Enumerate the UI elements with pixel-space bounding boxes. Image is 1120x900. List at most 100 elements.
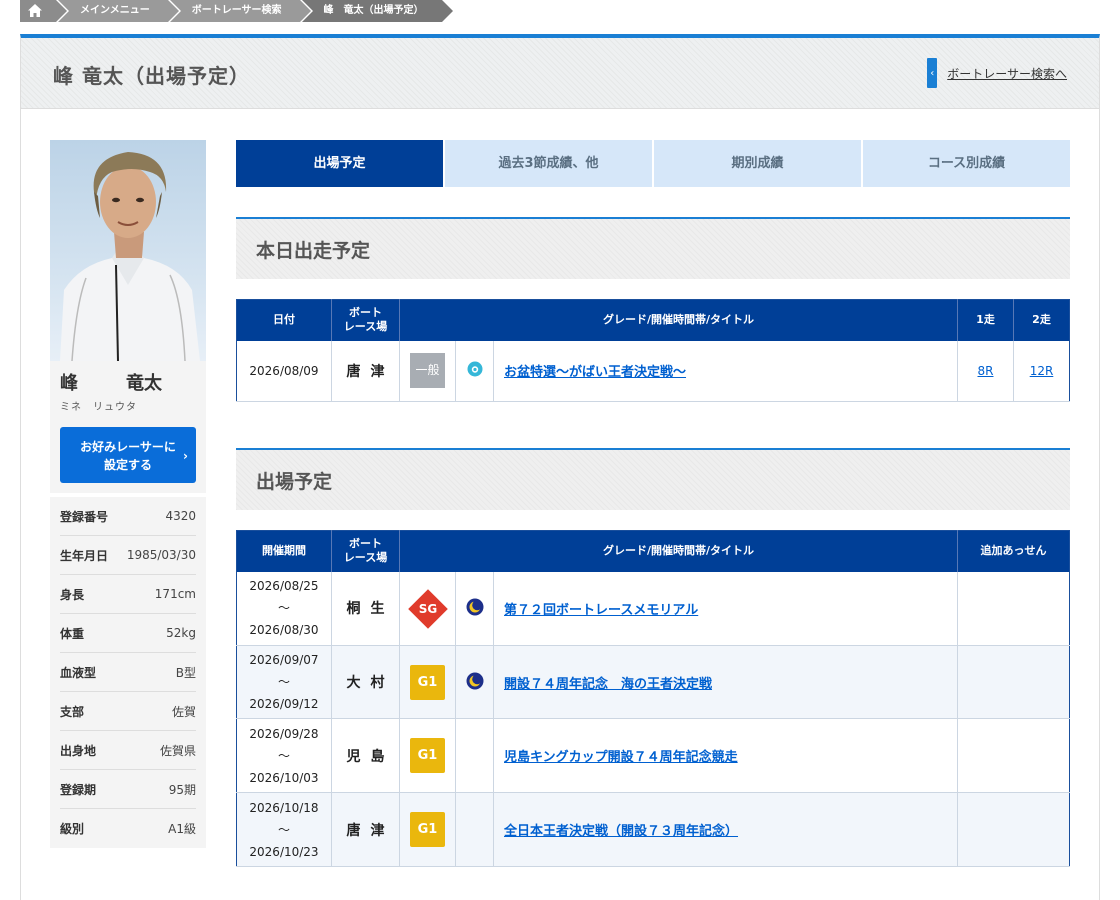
breadcrumb: メインメニュー ボートレーサー検索 峰 竜太（出場予定） [20, 0, 455, 22]
racer-photo [50, 140, 206, 361]
upcoming-section-heading: 出場予定 [236, 448, 1070, 510]
tab-recent-results[interactable]: 過去3節成績、他 [445, 140, 652, 187]
table-row: 2026/08/09 唐津 一般 お盆特選〜がばい王者決定戦〜 8R 12R [236, 340, 1070, 402]
spec-value: 佐賀 [171, 704, 196, 719]
race-title-link[interactable]: 児島キングカップ開設７４周年記念競走 [504, 750, 738, 765]
race-time-cell [455, 571, 494, 646]
race-period: 2026/09/28 〜 2026/10/03 [236, 718, 332, 793]
race-title-cell: 全日本王者決定戦（開設７３周年記念） [493, 792, 958, 867]
table-row: 2026/09/28 〜 2026/10/03 児島 G1 児島キングカップ開設７４… [236, 718, 1070, 793]
spec-row: 生年月日 1985/03/30 [60, 536, 196, 575]
header-title: グレード/開催時間帯/タイトル [399, 530, 958, 572]
racer-name: 峰 竜太 [60, 369, 196, 395]
spec-value: 171cm [154, 587, 196, 601]
spec-value: 1985/03/30 [126, 548, 196, 562]
grade-badge-g1: G1 [410, 738, 445, 773]
spec-label: 身長 [60, 587, 85, 602]
tab-schedule[interactable]: 出場予定 [236, 140, 443, 187]
night-icon [466, 672, 483, 689]
racer-spec-list: 登録番号 4320 生年月日 1985/03/30 身長 171cm 体重 52kg 血… [50, 497, 206, 848]
header-date: 日付 [236, 299, 332, 341]
race1-link[interactable]: 8R [978, 364, 994, 378]
tab-period-results[interactable]: 期別成績 [654, 140, 861, 187]
period-end: 2026/10/23 [249, 844, 319, 859]
racer-given-name: 竜太 [126, 373, 162, 394]
race-title-link[interactable]: お盆特選〜がばい王者決定戦〜 [504, 365, 686, 380]
spec-value: B型 [175, 665, 196, 680]
breadcrumb-current: 峰 竜太（出場予定） [301, 0, 455, 22]
period-end: 2026/09/12 [249, 697, 319, 711]
race-grade-cell: G1 [399, 645, 456, 719]
period-sep: 〜 [277, 675, 290, 689]
page-title: 峰 竜太（出場予定） [53, 64, 250, 88]
race-grade-cell: 一般 [399, 340, 456, 402]
spec-value: 4320 [165, 509, 196, 523]
period-start: 2026/09/07 [249, 653, 319, 667]
upcoming-race-table: 開催期間 ボート レース場 グレード/開催時間帯/タイトル 追加あっせん 2026… [236, 530, 1070, 867]
home-icon [28, 4, 42, 17]
favorite-racer-button[interactable]: お好みレーサーに 設定する › [60, 427, 196, 483]
spec-row: 出身地 佐賀県 [60, 731, 196, 770]
spec-value: A1級 [168, 822, 196, 836]
spec-label: 支部 [60, 704, 85, 719]
race-title-cell: お盆特選〜がばい王者決定戦〜 [493, 340, 958, 402]
table-header-row: 日付 ボート レース場 グレード/開催時間帯/タイトル 1走 2走 [236, 299, 1070, 341]
period-end: 2026/10/03 [249, 770, 319, 785]
race-period: 2026/08/25 〜 2026/08/30 [236, 571, 332, 646]
race2-link[interactable]: 12R [1030, 364, 1054, 378]
race-time-cell [455, 792, 494, 867]
race-venue: 大村 [331, 645, 400, 719]
period-start: 2026/09/28 [249, 726, 319, 741]
back-link-label[interactable]: ボートレーサー検索へ [947, 65, 1067, 82]
race-period: 2026/10/18 〜 2026/10/23 [236, 792, 332, 867]
header-title: グレード/開催時間帯/タイトル [399, 299, 958, 341]
race-venue: 唐津 [331, 792, 400, 867]
racer-name-box: 峰 竜太 ミネ リュウタ お好みレーサーに 設定する › [50, 361, 206, 493]
spec-row: 体重 52kg [60, 614, 196, 653]
page-header: 峰 竜太（出場予定） ‹ ボートレーサー検索へ [21, 38, 1099, 109]
grade-sg-label: SG [418, 601, 437, 616]
spec-label: 登録期 [60, 782, 97, 797]
racer-surname: 峰 [60, 373, 78, 394]
header-venue-line2: レース場 [343, 320, 388, 334]
breadcrumb-main-menu[interactable]: メインメニュー [58, 0, 181, 22]
header-venue-line1: ボート [349, 306, 382, 320]
header-venue: ボート レース場 [331, 299, 400, 341]
spec-row: 登録期 95期 [60, 770, 196, 809]
spec-label: 血液型 [60, 665, 97, 680]
header-race1: 1走 [957, 299, 1014, 341]
header-period: 開催期間 [236, 530, 332, 572]
spec-row: 身長 171cm [60, 575, 196, 614]
today-race-table: 日付 ボート レース場 グレード/開催時間帯/タイトル 1走 2走 2026/08… [236, 299, 1070, 402]
race-title-cell: 第７２回ボートレースメモリアル [493, 571, 958, 646]
racer-profile: 峰 竜太 ミネ リュウタ お好みレーサーに 設定する › 登録番号 4320 生年月… [50, 140, 206, 848]
spec-label: 出身地 [60, 743, 97, 758]
period-sep: 〜 [277, 601, 290, 616]
header-venue: ボート レース場 [331, 530, 400, 572]
race-time-cell [455, 645, 494, 719]
back-to-search-link[interactable]: ‹ ボートレーサー検索へ [927, 58, 1067, 88]
chevron-left-icon: ‹ [927, 58, 938, 88]
race-period: 2026/09/07 〜 2026/09/12 [236, 645, 332, 719]
grade-badge-sg: SG [407, 588, 448, 629]
race-title-link[interactable]: 第７２回ボートレースメモリアル [504, 603, 698, 618]
today-section-heading: 本日出走予定 [236, 217, 1070, 279]
spec-value: 52kg [166, 626, 196, 640]
extra-cell [957, 792, 1070, 867]
spec-row: 登録番号 4320 [60, 497, 196, 536]
today-heading-text: 本日出走予定 [256, 240, 371, 262]
race-grade-cell: G1 [399, 718, 456, 793]
table-header-row: 開催期間 ボート レース場 グレード/開催時間帯/タイトル 追加あっせん [236, 530, 1070, 572]
grade-badge-g1: G1 [410, 812, 445, 847]
breadcrumb-racer-search[interactable]: ボートレーサー検索 [169, 0, 313, 22]
morning-icon [467, 361, 482, 377]
race1-cell: 8R [957, 340, 1014, 402]
race2-cell: 12R [1013, 340, 1070, 402]
race-title-link[interactable]: 全日本王者決定戦（開設７３周年記念） [504, 824, 738, 839]
race-title-cell: 児島キングカップ開設７４周年記念競走 [493, 718, 958, 793]
breadcrumb-home[interactable] [20, 0, 69, 22]
header-venue-line1: ボート [349, 537, 382, 551]
race-title-link[interactable]: 開設７４周年記念 海の王者決定戦 [504, 677, 712, 692]
race-grade-cell: SG [399, 571, 456, 646]
tab-course-results[interactable]: コース別成績 [863, 140, 1070, 187]
